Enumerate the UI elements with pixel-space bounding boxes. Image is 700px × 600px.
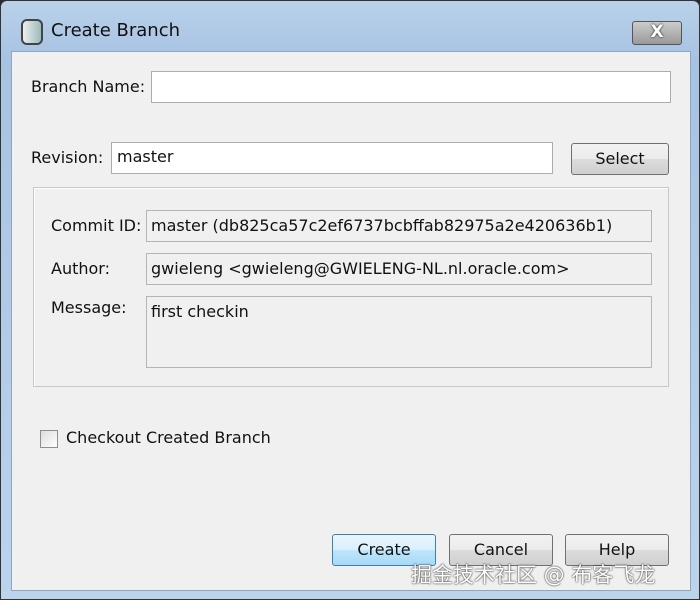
message-field: first checkin [146,296,652,368]
branch-name-label: Branch Name: [31,77,146,96]
author-label: Author: [51,259,110,278]
dialog-body: Branch Name: Revision: master Select Com… [11,51,691,591]
commit-id-field: master (db825ca57c2ef6737bcbffab82975a2e… [146,210,652,242]
checkout-checkbox[interactable] [40,430,58,448]
author-field: gwieleng <gwieleng@GWIELENG-NL.nl.oracle… [146,253,652,285]
message-label: Message: [51,298,127,317]
app-icon [21,19,43,45]
revision-label: Revision: [31,148,104,167]
create-branch-dialog: Create Branch X Branch Name: Revision: m… [0,0,700,600]
dialog-title: Create Branch [51,20,181,41]
watermark: 掘金技术社区 @ 布客飞龙 [411,563,656,587]
branch-name-input[interactable] [151,71,671,103]
select-button[interactable]: Select [571,143,669,175]
checkout-label[interactable]: Checkout Created Branch [66,428,271,447]
revision-input[interactable]: master [111,142,553,174]
close-button[interactable]: X [632,21,682,45]
commit-id-label: Commit ID: [51,216,142,235]
